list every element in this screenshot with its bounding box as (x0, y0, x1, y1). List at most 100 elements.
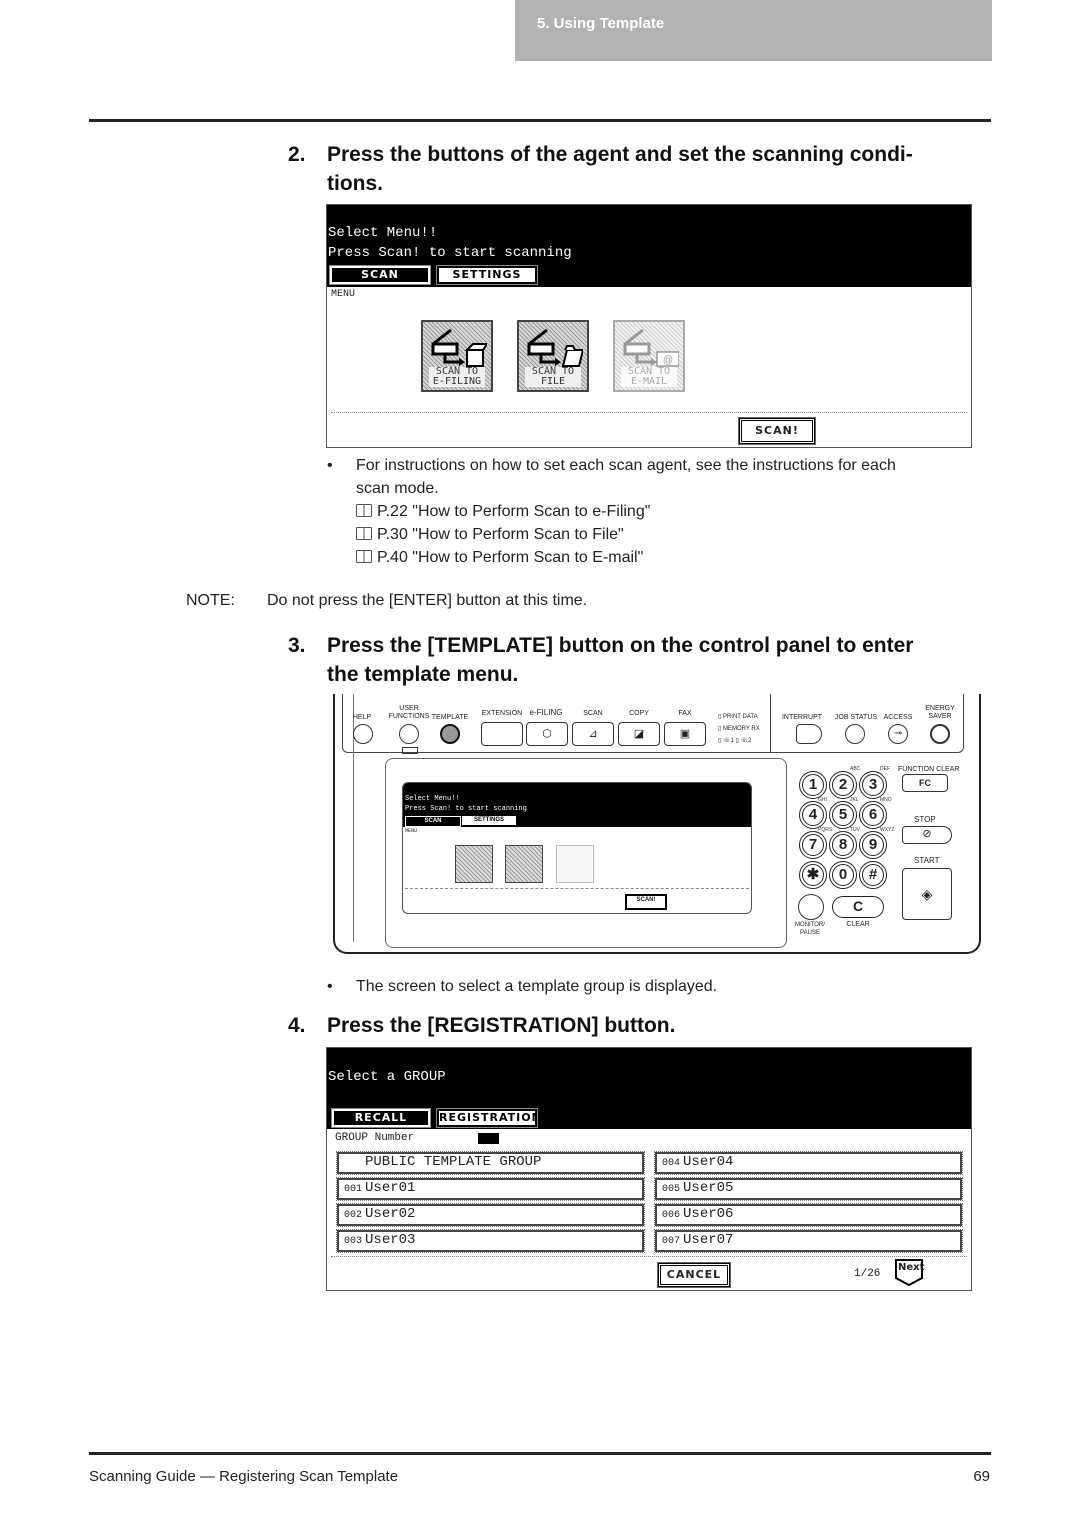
tab-scan[interactable]: SCAN (329, 265, 431, 285)
tab-registration[interactable]: REGISTRATION (436, 1108, 541, 1128)
group-button[interactable]: 007 User07 (654, 1229, 963, 1253)
bullet-dot: • (327, 978, 333, 995)
group-button[interactable]: 004 User04 (654, 1151, 963, 1175)
user-functions-button[interactable] (399, 724, 419, 744)
scan-button[interactable]: SCAN! (738, 417, 816, 445)
fax-label: FAX (678, 710, 692, 717)
cancel-button[interactable]: CANCEL (657, 1262, 731, 1288)
scan-to-efiling-button[interactable]: SCAN TO E-FILING (421, 320, 493, 392)
monitor-pause-button[interactable] (798, 894, 824, 920)
step-number: 4. (288, 1014, 306, 1037)
stop-label: STOP (914, 815, 936, 824)
efiling-button[interactable]: ⬡ (526, 722, 568, 746)
agent-label: SCAN TO E-FILING (429, 367, 485, 387)
extension-button[interactable] (481, 722, 523, 746)
key-3[interactable]: 3 (859, 771, 887, 799)
group-button[interactable]: 005 User05 (654, 1177, 963, 1201)
bullet-text: The screen to select a template group is… (356, 978, 718, 995)
stop-button[interactable]: ⊘ (902, 826, 952, 844)
memory-rx-indicator: ▯ MEMORY RX (718, 726, 760, 732)
bullet-dot: • (327, 457, 333, 474)
energy-saver-label: ENERGY SAVER (925, 705, 955, 720)
header-rule (89, 119, 991, 122)
email-icon: @ (623, 328, 679, 367)
screen-header: Select a GROUP RECALL REGISTRATION (327, 1048, 971, 1129)
numeric-keypad: 1 2 3 ABC DEF 4 5 6 GHI JKL MNO 7 8 9 PQ… (790, 766, 900, 936)
template-button[interactable] (440, 724, 460, 744)
key-9[interactable]: 9 (859, 831, 887, 859)
key-letters: JKL (850, 797, 859, 803)
next-button[interactable]: Next (895, 1259, 924, 1286)
key-1[interactable]: 1 (799, 771, 827, 799)
print-data-indicator: ▯ PRINT DATA (718, 714, 758, 720)
select-group-screen: Select a GROUP RECALL REGISTRATION GROUP… (326, 1047, 972, 1291)
step-3-heading: 3. Press the [TEMPLATE] button on the co… (288, 631, 988, 691)
step-title-line2: tions. (327, 172, 383, 195)
book-icon (356, 504, 372, 517)
tab-settings[interactable]: SETTINGS (436, 265, 538, 285)
job-status-label: JOB STATUS (834, 714, 878, 721)
copy-button[interactable]: ◪ (618, 722, 660, 746)
group-button-public[interactable]: PUBLIC TEMPLATE GROUP (336, 1151, 645, 1175)
key-4[interactable]: 4 (799, 801, 827, 829)
next-label: Next (898, 1262, 925, 1273)
group-number-field[interactable] (478, 1133, 499, 1144)
key-letters: MNO (880, 797, 892, 803)
reference-link[interactable]: P.22 "How to Perform Scan to e-Filing" (356, 500, 996, 523)
group-button[interactable]: 001 User01 (336, 1177, 645, 1201)
scan-menu-screen: Select Menu!! Press Scan! to start scann… (326, 204, 972, 448)
book-icon (356, 527, 372, 540)
interrupt-button[interactable] (796, 724, 822, 744)
screen-message-1: Select Menu!! (328, 225, 438, 241)
key-star[interactable]: ✱ (799, 861, 827, 889)
start-button[interactable]: ◈ (902, 868, 952, 920)
function-clear-button[interactable]: FC (902, 774, 948, 792)
key-2[interactable]: 2 (829, 771, 857, 799)
group-button[interactable]: 003 User03 (336, 1229, 645, 1253)
key-letters: DEF (880, 766, 890, 772)
key-hash[interactable]: # (859, 861, 887, 889)
key-6[interactable]: 6 (859, 801, 887, 829)
folder-icon (527, 328, 583, 367)
reference-link[interactable]: P.40 "How to Perform Scan to E-mail" (356, 546, 996, 569)
tab-recall[interactable]: RECALL (331, 1108, 431, 1128)
access-label: ACCESS (883, 714, 913, 721)
energy-saver-button[interactable] (930, 724, 950, 744)
scan-to-file-button[interactable]: SCAN TO FILE (517, 320, 589, 392)
help-button[interactable] (353, 724, 373, 744)
access-button[interactable]: ⊸ (888, 724, 908, 744)
group-button[interactable]: 002 User02 (336, 1203, 645, 1227)
key-8[interactable]: 8 (829, 831, 857, 859)
screen-bezel (385, 758, 787, 948)
chapter-tab: 5. Using Template (515, 0, 992, 61)
agent-label: SCAN TO E-MAIL (621, 367, 677, 387)
key-7[interactable]: 7 (799, 831, 827, 859)
scan-to-email-button[interactable]: @ SCAN TO E-MAIL (613, 320, 685, 392)
separator (331, 1256, 967, 1257)
key-5[interactable]: 5 (829, 801, 857, 829)
step-title-line1: Press the [TEMPLATE] button on the contr… (327, 634, 914, 657)
monitor-pause-label: MONITOR/PAUSE (795, 922, 825, 936)
clear-label: CLEAR (846, 921, 870, 928)
reference-link[interactable]: P.30 "How to Perform Scan to File" (356, 523, 996, 546)
key-0[interactable]: 0 (829, 861, 857, 889)
stop-icon: ⊘ (922, 828, 932, 840)
efiling-label: e-FILING (529, 708, 563, 717)
line-indicators: ▯ ☏1 ▯ ☏2 (718, 738, 752, 744)
group-button[interactable]: 006 User06 (654, 1203, 963, 1227)
note-label: NOTE: (186, 592, 235, 609)
panel-divider (770, 694, 771, 752)
copy-label: COPY (629, 710, 649, 717)
clear-button[interactable]: C (832, 896, 884, 918)
key-letters: ABC (850, 766, 861, 772)
step-number: 2. (288, 143, 306, 166)
control-panel-illustration: HELP USER FUNCTIONS TEMPLATE EXTENSION e-… (330, 694, 981, 956)
job-status-button[interactable] (845, 724, 865, 744)
function-clear-label: FUNCTION CLEAR (898, 766, 960, 773)
key-icon: ⊸ (893, 728, 903, 739)
note-text: Do not press the [ENTER] button at this … (267, 592, 588, 609)
interrupt-label: INTERRUPT (781, 714, 823, 721)
fax-button[interactable]: ▣ (664, 722, 706, 746)
scan-mode-button[interactable]: ⊿ (572, 722, 614, 746)
section-label: MENU (331, 289, 356, 300)
